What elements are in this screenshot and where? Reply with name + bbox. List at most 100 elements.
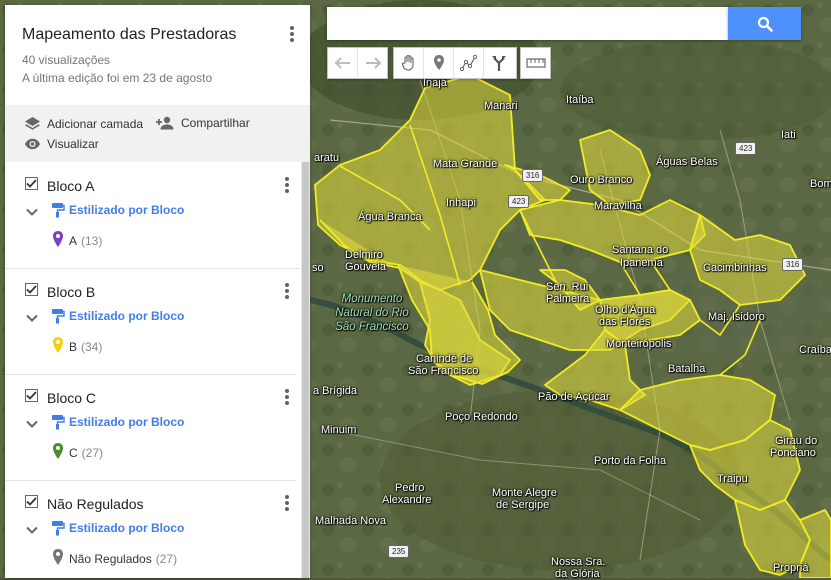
map-label-craiba: Craíba — [799, 344, 831, 356]
pan-button[interactable] — [394, 48, 423, 78]
layer-options-button[interactable] — [282, 282, 292, 300]
category-marker-icon — [52, 548, 64, 571]
layer-item[interactable]: Não Regulados Estilizado por Bloco Não R… — [5, 480, 296, 578]
undo-button[interactable] — [328, 48, 357, 78]
map-label-palmeira: Palmeira — [546, 293, 590, 305]
layer-style-link[interactable]: Estilizado por Bloco — [69, 309, 184, 323]
category-marker-icon — [52, 336, 64, 359]
category-count: (13) — [81, 234, 103, 248]
map-label-itaiba: Itaíba — [566, 94, 594, 106]
share-label: Compartilhar — [181, 116, 250, 130]
map-label-da-gloria: da Glória — [555, 568, 600, 580]
draw-line-button[interactable] — [453, 48, 483, 78]
map-label-ouro-branco: Ouro Branco — [570, 174, 633, 186]
paint-roller-icon — [51, 414, 65, 435]
paint-roller-icon — [51, 520, 65, 541]
layers-panel: Mapeamento das Prestadoras 40 visualizaç… — [5, 5, 310, 578]
map-label-batalha: Batalha — [668, 363, 706, 375]
drawing-tools-group — [393, 47, 517, 79]
category-label: A — [69, 234, 78, 248]
panel-header: Mapeamento das Prestadoras 40 visualizaç… — [5, 5, 310, 105]
map-label-caninde: Canindé de — [416, 353, 473, 365]
scrollbar-thumb[interactable] — [302, 162, 309, 578]
collapse-layer-button[interactable] — [26, 521, 38, 539]
map-label-pao-de-acucar: Pão de Açúcar — [538, 391, 610, 403]
map-label-maravilha: Maravilha — [594, 200, 642, 212]
layer-visibility-checkbox[interactable] — [25, 495, 38, 508]
layer-item[interactable]: Bloco A Estilizado por Bloco A (13) — [5, 162, 300, 269]
layer-name[interactable]: Bloco C — [47, 390, 96, 406]
add-directions-button[interactable] — [483, 48, 513, 78]
marker-icon — [433, 55, 444, 70]
map-label-aratu: aratu — [314, 152, 340, 164]
search-box — [327, 7, 733, 40]
chevron-down-icon — [26, 314, 38, 322]
add-marker-button[interactable] — [423, 48, 453, 78]
layer-name[interactable]: Não Regulados — [47, 496, 144, 512]
map-label-santana: Santana do — [612, 244, 669, 256]
layer-options-button[interactable] — [282, 388, 292, 406]
layer-visibility-checkbox[interactable] — [25, 177, 38, 190]
layer-style-link[interactable]: Estilizado por Bloco — [69, 203, 184, 217]
map-options-button[interactable] — [287, 24, 297, 44]
layer-category[interactable]: B (34) — [69, 340, 102, 354]
category-marker-icon — [52, 230, 64, 253]
chevron-down-icon — [26, 208, 38, 216]
map-label-inhapi: Inhapi — [446, 197, 476, 209]
layer-list-scrollbar[interactable] — [301, 162, 310, 578]
map-label-poco-redondo: Poço Redondo — [445, 411, 518, 423]
layer-category[interactable]: C (27) — [69, 446, 103, 460]
map-label-nossa-sra: Nossa Sra. — [551, 556, 606, 568]
map-label-aguas-belas: Águas Belas — [656, 156, 718, 168]
layer-options-button[interactable] — [282, 176, 292, 194]
map-label-de-sergipe: de Sergipe — [496, 499, 550, 511]
search-icon — [757, 16, 773, 32]
map-label-pedro: Pedro — [395, 482, 425, 494]
map-label-ipanema: Ipanema — [620, 257, 663, 269]
search-button[interactable] — [728, 7, 801, 40]
eye-icon — [25, 138, 40, 150]
share-button[interactable]: Compartilhar — [155, 116, 250, 130]
map-label-cacimbinhas: Cacimbinhas — [703, 262, 767, 274]
redo-button[interactable] — [357, 48, 387, 78]
layer-name[interactable]: Bloco A — [47, 178, 94, 194]
search-input[interactable] — [327, 7, 733, 38]
layer-name[interactable]: Bloco B — [47, 284, 95, 300]
layer-options-button[interactable] — [282, 494, 292, 512]
measure-button[interactable] — [521, 48, 550, 78]
layer-style-link[interactable]: Estilizado por Bloco — [69, 415, 184, 429]
map-label-mata-grande: Mata Grande — [433, 158, 498, 170]
layer-style-link[interactable]: Estilizado por Bloco — [69, 521, 184, 535]
road-shield: 316 — [522, 169, 544, 182]
hand-icon — [401, 54, 414, 71]
category-label: Não Regulados — [69, 552, 152, 566]
layer-visibility-checkbox[interactable] — [25, 389, 38, 402]
map-label-minuim: Minuim — [321, 424, 357, 436]
map-label-bom: Bom — [810, 178, 831, 190]
layer-category[interactable]: A (13) — [69, 234, 102, 248]
preview-button[interactable]: Visualizar — [24, 137, 99, 151]
category-label: B — [69, 340, 78, 354]
layer-item[interactable]: Bloco B Estilizado por Bloco B (34) — [5, 268, 296, 375]
checkmark-icon — [26, 497, 37, 506]
add-layer-button[interactable]: Adicionar camada — [24, 116, 143, 132]
layer-category[interactable]: Não Regulados (27) — [69, 552, 177, 566]
checkmark-icon — [26, 179, 37, 188]
collapse-layer-button[interactable] — [26, 415, 38, 433]
map-label-ponciano: Ponciano — [770, 447, 816, 459]
layer-item[interactable]: Bloco C Estilizado por Bloco C (27) — [5, 374, 296, 481]
map-label-iati: Iati — [781, 129, 796, 141]
redo-icon — [365, 57, 381, 69]
map-last-edited: A última edição foi em 23 de agosto — [22, 71, 213, 85]
map-title[interactable]: Mapeamento das Prestadoras — [22, 26, 236, 44]
map-label-sao-francisco: São Francisco — [408, 365, 479, 377]
layer-visibility-checkbox[interactable] — [25, 283, 38, 296]
checkmark-icon — [26, 285, 37, 294]
preview-label: Visualizar — [47, 137, 99, 151]
map-label-brigida: a Brígida — [313, 385, 358, 397]
collapse-layer-button[interactable] — [26, 203, 38, 221]
checkmark-icon — [26, 391, 37, 400]
ruler-icon — [525, 58, 546, 68]
map-label-monumento: Monumento Natural do Rio São Francisco — [335, 293, 409, 333]
collapse-layer-button[interactable] — [26, 309, 38, 327]
